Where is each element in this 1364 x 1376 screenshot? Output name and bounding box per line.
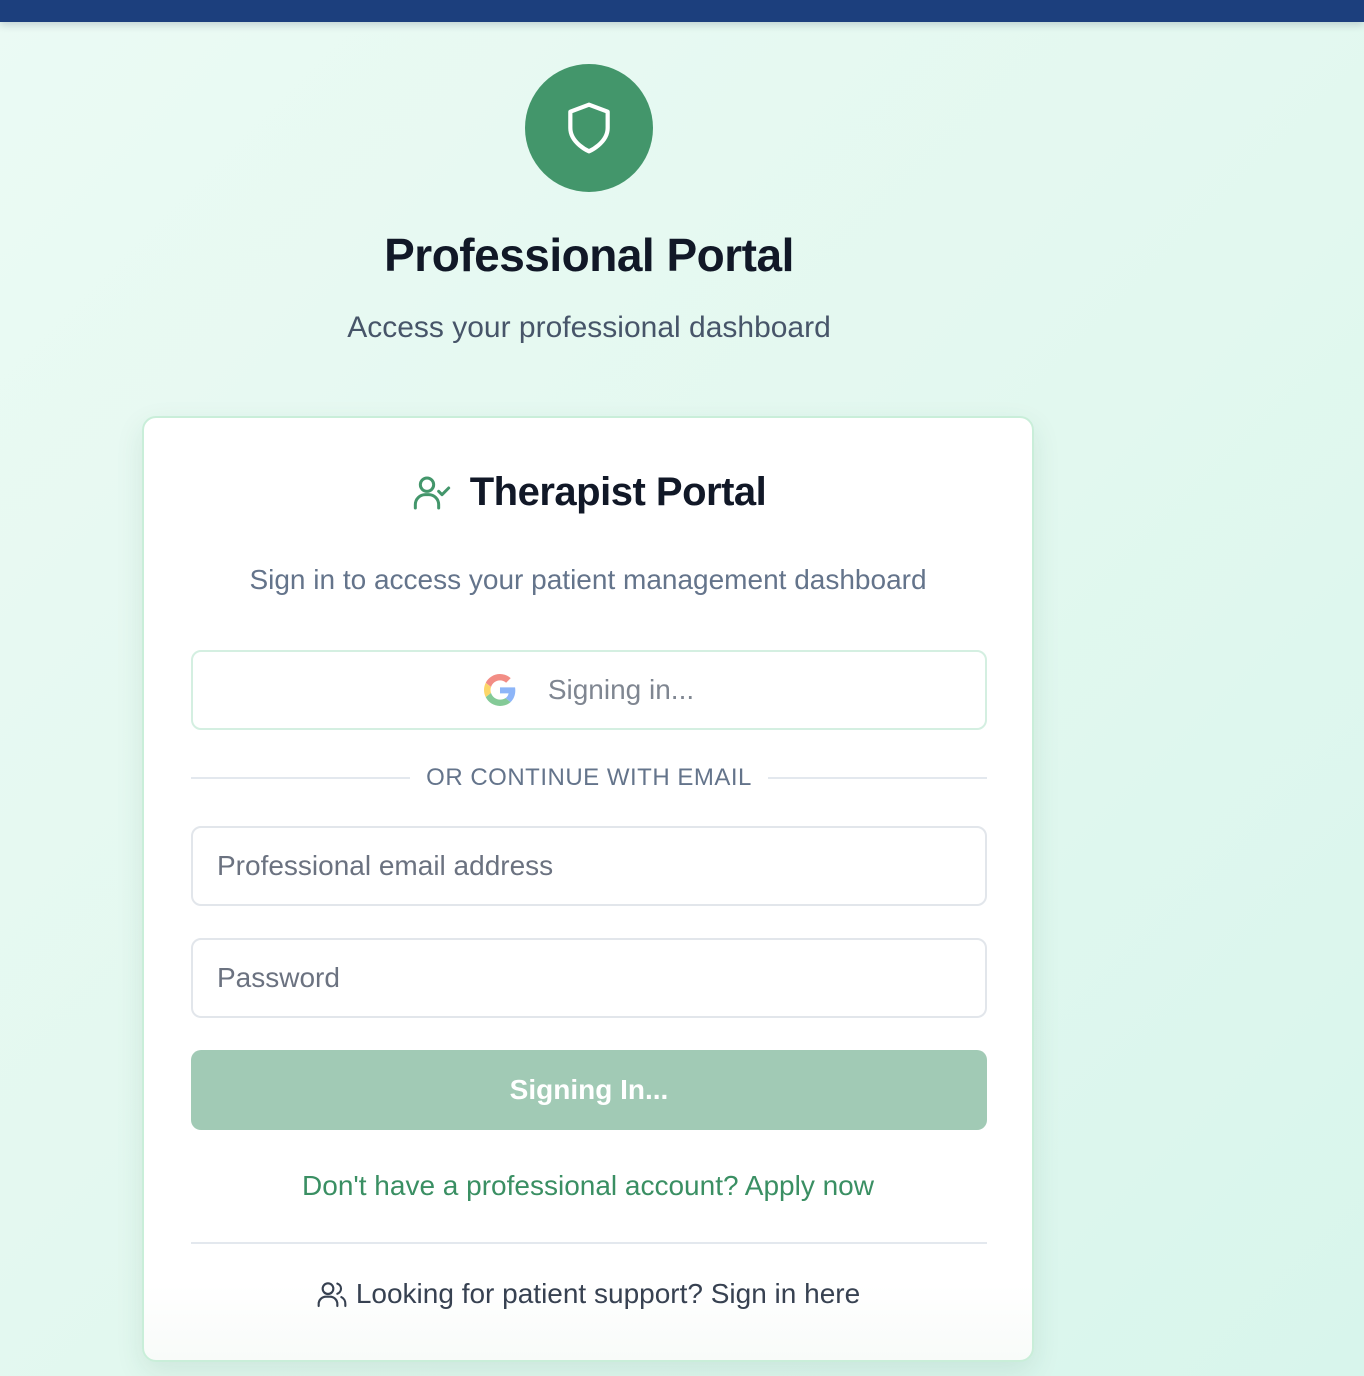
- shield-icon: [568, 102, 610, 154]
- card-title: Therapist Portal: [469, 470, 767, 514]
- page-subtitle: Access your professional dashboard: [347, 311, 831, 344]
- patient-signin-link[interactable]: Looking for patient support? Sign in her…: [142, 1278, 1034, 1310]
- google-button-label: Signing in...: [547, 674, 695, 705]
- google-signin-button[interactable]: Signing in...: [191, 650, 987, 730]
- divider-line-right: [767, 777, 988, 779]
- divider-text: OR CONTINUE WITH EMAIL: [426, 764, 752, 791]
- users-icon: [317, 1282, 347, 1308]
- sign-in-button[interactable]: Signing In...: [191, 1050, 987, 1130]
- bottom-divider: [191, 1242, 987, 1244]
- user-check-icon: [413, 476, 450, 509]
- logo-badge: [525, 64, 653, 192]
- patient-link-label: Looking for patient support? Sign in her…: [355, 1278, 861, 1309]
- page-title: Professional Portal: [384, 229, 794, 281]
- google-icon: [483, 674, 516, 706]
- top-bar: [0, 0, 1364, 22]
- card-header: Therapist Portal: [0, 470, 1178, 515]
- email-field[interactable]: [191, 826, 987, 906]
- divider-line-left: [191, 777, 411, 779]
- card-description: Sign in to access your patient managemen…: [249, 564, 927, 595]
- or-divider: OR CONTINUE WITH EMAIL: [191, 762, 988, 794]
- password-field[interactable]: [191, 938, 987, 1018]
- apply-now-link[interactable]: Don't have a professional account? Apply…: [142, 1170, 1034, 1202]
